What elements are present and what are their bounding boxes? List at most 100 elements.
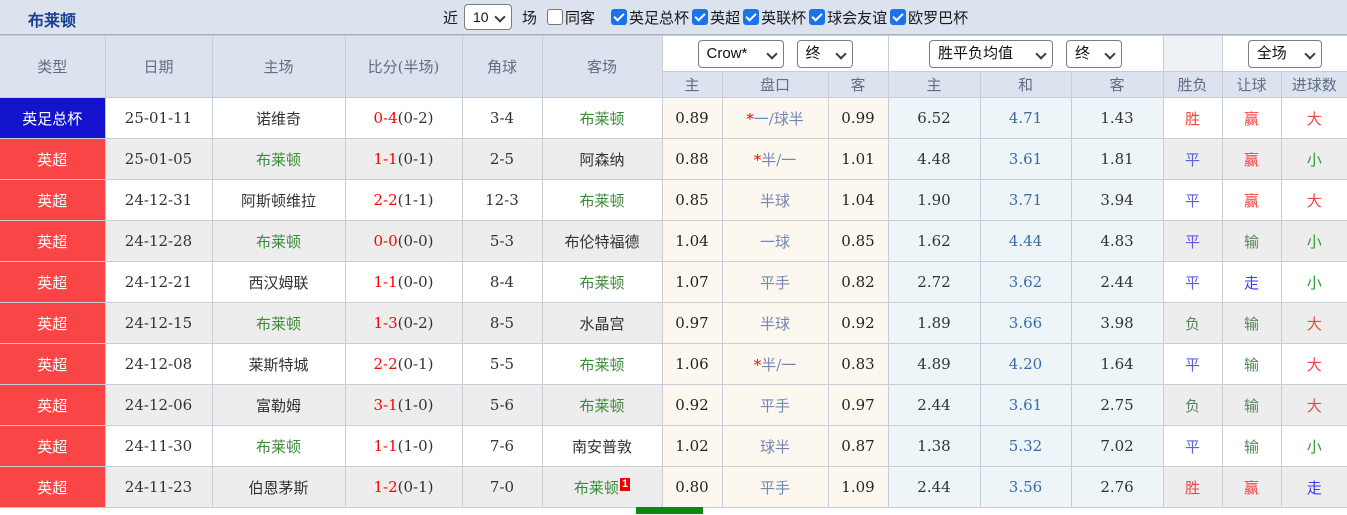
europe-away-odds-cell: 7.02 [1070,425,1164,467]
europe-time-select-wrap: 终 [1066,39,1123,68]
europe-time-select[interactable]: 终 [1066,39,1123,68]
recent-games-select[interactable]: 10 [464,4,513,30]
asian-odds-group: Crow* 终 [661,35,889,72]
corner-cell: 8-4 [461,261,543,303]
away-team-name: 水晶宫 [579,314,625,333]
away-team-cell: 布伦特福德 [541,220,663,262]
bookmaker-select-wrap: Crow* [697,39,784,68]
col-date: 日期 [104,35,213,98]
asian-home-odds-cell: 1.04 [661,220,723,262]
halftime-score: (1-1) [397,191,434,209]
handicap-result-cell: 赢 [1221,97,1282,139]
col-corner: 角球 [461,35,543,98]
date-cell: 24-12-08 [104,343,213,385]
europa-league-checkbox[interactable] [890,9,907,25]
home-team-cell: 布莱顿 [211,425,346,467]
competition-filter-club-friendly: 球会友谊 [809,7,887,28]
bookmaker-select[interactable]: Crow* [697,39,784,68]
goals-result-cell: 大 [1280,179,1347,221]
home-team-cell: 布莱顿 [211,302,346,344]
halftime-score: (0-0) [397,273,434,291]
away-team-cell: 布莱顿 [541,343,663,385]
col-europe-away: 客 [1070,71,1164,98]
table-row: 英超 24-12-15 布莱顿 1-3(0-2) 8-5 水晶宫 0.97 半球… [0,302,1347,344]
asian-time-select-wrap: 终 [796,39,853,68]
away-team-name: 布伦特福德 [564,232,640,251]
club-friendly-checkbox[interactable] [809,9,826,25]
date-cell: 24-12-15 [104,302,213,344]
col-type: 类型 [0,35,106,98]
period-select[interactable]: 全场 [1247,39,1322,68]
handicap-result-cell: 输 [1221,425,1282,467]
europe-odds-group: 胜平负均值 终 [887,35,1164,72]
line-text: 半球 [759,191,790,210]
corner-cell: 12-3 [461,179,543,221]
league-cell: 英超 [0,138,106,180]
handicap-result-cell: 输 [1221,384,1282,426]
horizontal-scrollbar-thumb[interactable] [636,507,703,514]
asian-away-odds-cell: 0.82 [827,261,889,303]
result-group-spacer [1162,35,1223,72]
date-cell: 24-12-28 [104,220,213,262]
col-asian-away: 客 [827,71,889,98]
match-stats-panel: 布莱顿 近 10 场 同客 英足总杯 英超 英联杯 球会友谊 欧罗巴杯 类型 日… [0,0,1347,515]
topbar: 布莱顿 近 10 场 同客 英足总杯 英超 英联杯 球会友谊 欧罗巴杯 [0,0,1347,35]
col-asian-home: 主 [662,71,723,98]
goals-result-cell: 小 [1280,220,1347,262]
fa-cup-label: 英足总杯 [629,8,690,27]
handicap-result-cell: 赢 [1221,179,1282,221]
score-cell: 0-4(0-2) [344,97,463,139]
fulltime-score: 3-1 [373,396,398,414]
asian-line-cell: *一/球半 [721,97,829,139]
asian-time-select[interactable]: 终 [796,39,853,68]
outcome-result-cell: 平 [1162,261,1223,303]
home-team-cell: 西汉姆联 [211,261,346,303]
competition-filter-europa-league: 欧罗巴杯 [890,7,968,28]
away-team-badge: 1 [619,477,631,491]
score-cell: 3-1(1-0) [344,384,463,426]
header-row-groups: 类型 日期 主场 比分(半场) 角球 客场 Crow* 终 胜平负均值 终 全场 [0,35,1347,98]
europe-odds-select[interactable]: 胜平负均值 [929,39,1054,68]
outcome-result-cell: 负 [1162,302,1223,344]
score-cell: 1-1(0-1) [344,138,463,180]
col-score: 比分(半场) [344,35,463,98]
europe-home-odds-cell: 1.38 [887,425,981,467]
date-cell: 24-12-31 [104,179,213,221]
line-text: 平手 [759,396,790,415]
period-select-wrap: 全场 [1247,39,1322,68]
away-team-name: 布莱顿 [579,273,625,292]
goals-result-cell: 走 [1280,466,1347,508]
fulltime-score: 2-2 [373,191,398,209]
corner-cell: 5-6 [461,384,543,426]
asian-home-odds-cell: 0.92 [661,384,723,426]
outcome-result-cell: 胜 [1162,466,1223,508]
goals-result-cell: 大 [1280,384,1347,426]
away-team-cell: 水晶宫 [541,302,663,344]
fulltime-score: 0-4 [373,109,398,127]
europe-away-odds-cell: 2.76 [1070,466,1164,508]
home-team-cell: 布莱顿 [211,138,346,180]
asian-home-odds-cell: 0.85 [661,179,723,221]
asian-away-odds-cell: 0.97 [827,384,889,426]
date-cell: 24-12-21 [104,261,213,303]
europa-league-label: 欧罗巴杯 [908,8,969,27]
europe-draw-odds-cell: 5.32 [979,425,1072,467]
goals-result-cell: 小 [1280,425,1347,467]
line-text: 半/一 [761,150,797,169]
away-team-name: 阿森纳 [579,150,625,169]
corner-cell: 7-0 [461,466,543,508]
fa-cup-checkbox[interactable] [611,9,628,25]
same-venue-label: 同客 [565,8,596,27]
asian-home-odds-cell: 0.97 [661,302,723,344]
handicap-result-cell: 走 [1221,261,1282,303]
away-team-cell: 南安普敦 [541,425,663,467]
col-asian-line: 盘口 [721,71,829,98]
same-venue-checkbox[interactable] [547,9,564,25]
efl-cup-checkbox[interactable] [743,9,760,25]
col-europe-draw: 和 [979,71,1072,98]
premier-league-checkbox[interactable] [692,9,709,25]
goals-result-cell: 大 [1280,302,1347,344]
date-cell: 24-11-23 [104,466,213,508]
goals-result-cell: 大 [1280,343,1347,385]
col-goals-result: 进球数 [1280,71,1347,98]
